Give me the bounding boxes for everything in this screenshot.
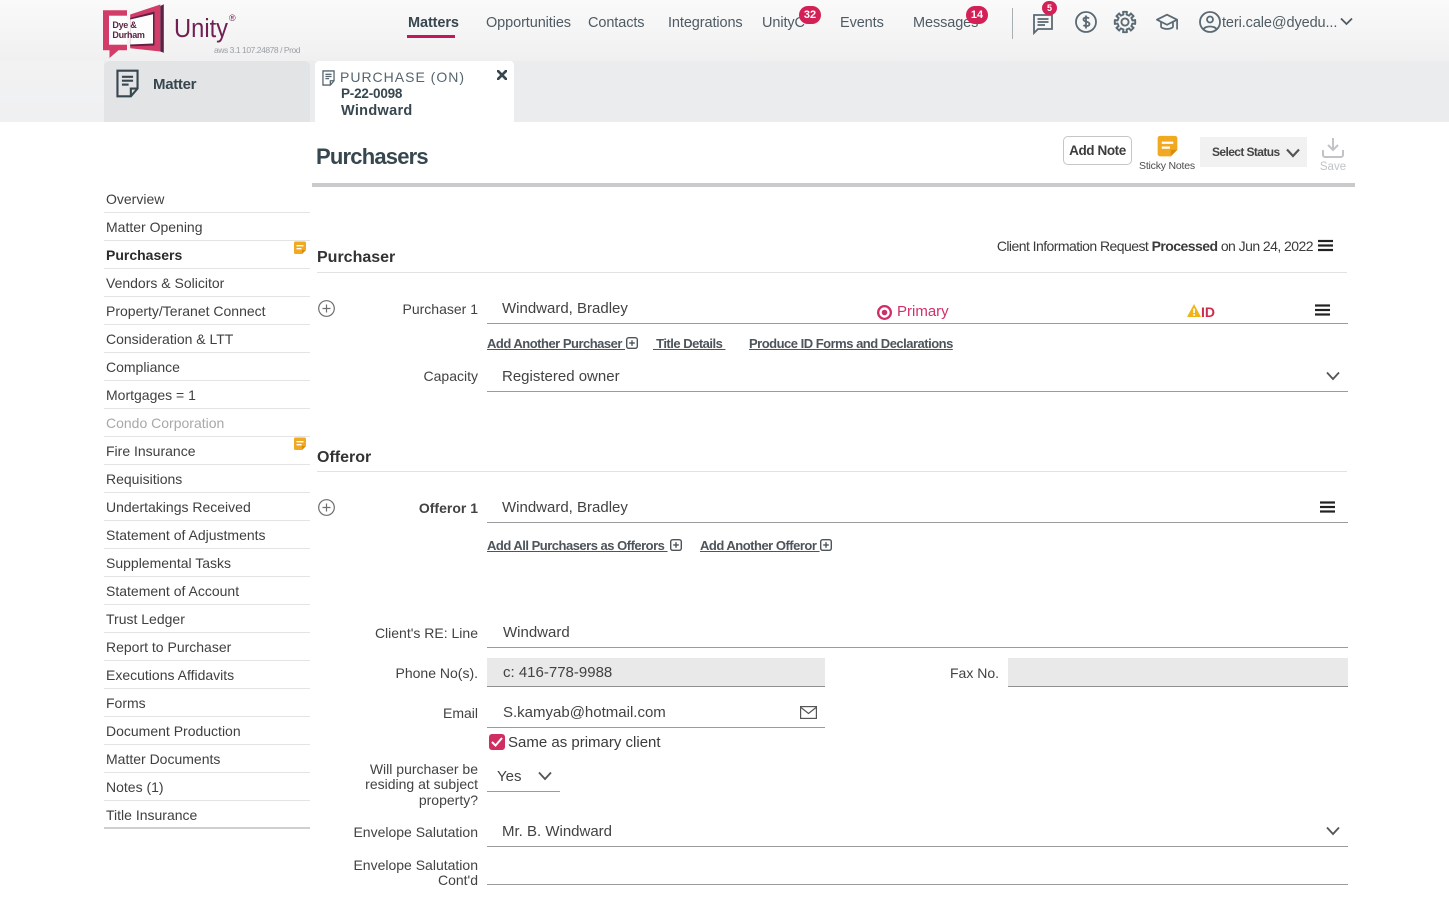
svg-text:Dye &: Dye & [112,20,137,30]
svg-text:Durham: Durham [112,30,145,40]
